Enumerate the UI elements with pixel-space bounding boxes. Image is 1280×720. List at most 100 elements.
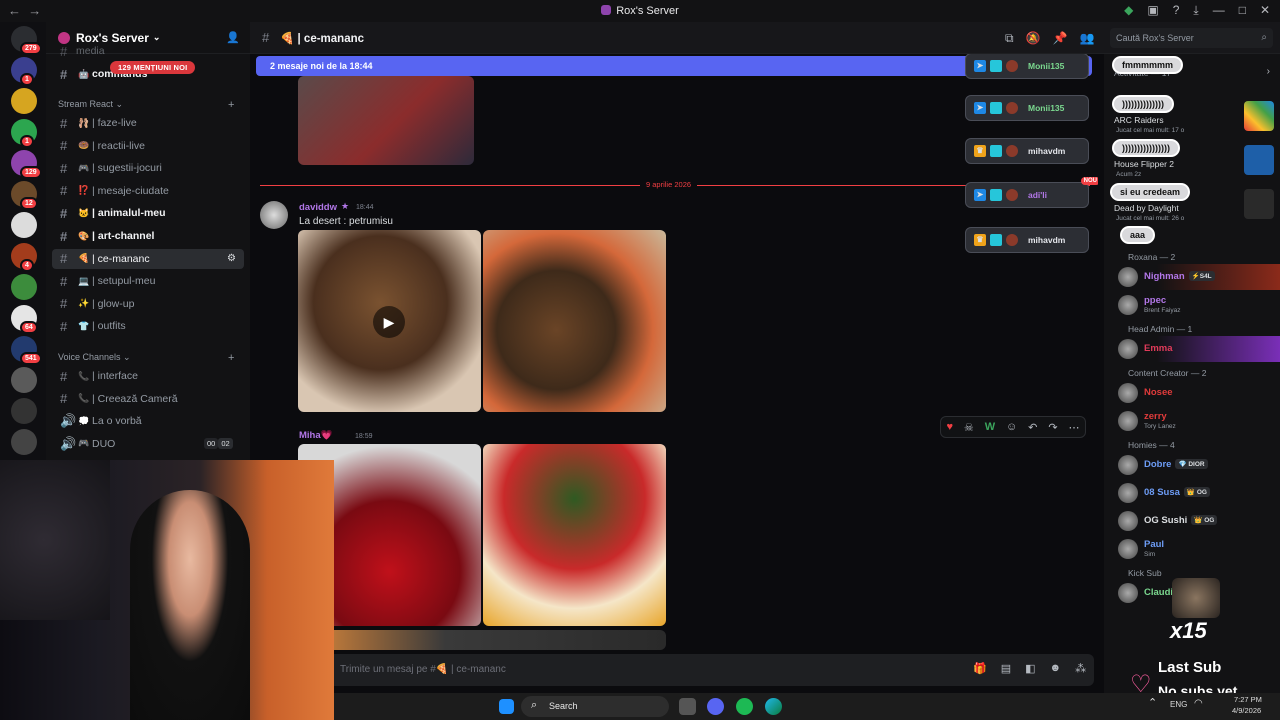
server-icon[interactable] — [11, 212, 37, 238]
channel-sugestii-jocuri[interactable]: # 🎮 | sugestii-jocuri — [52, 158, 244, 178]
image-attachment[interactable] — [483, 444, 666, 626]
channel-media-partial[interactable]: # media — [52, 45, 244, 57]
task-view-icon[interactable] — [679, 698, 696, 715]
nitro-icon[interactable]: ◆ — [1124, 3, 1133, 18]
mute-bell-icon[interactable]: 🔕 — [1026, 31, 1041, 46]
hash-icon: # — [60, 45, 68, 57]
member-category: Head Admin — 1 — [1128, 324, 1193, 334]
edge-app-icon[interactable] — [765, 698, 782, 715]
game-thumbnail — [1244, 189, 1274, 219]
apps-icon[interactable]: ⁂ — [1075, 662, 1086, 675]
emoji-icon[interactable]: ☻ — [1050, 662, 1062, 675]
member-row[interactable]: zerry Tory Lanez — [1104, 408, 1280, 434]
add-reaction-icon[interactable]: ☺ — [1006, 421, 1017, 433]
clock-date[interactable]: 4/9/2026 — [1232, 706, 1261, 715]
server-icon[interactable] — [11, 274, 37, 300]
download-icon[interactable]: ⤓ — [1193, 3, 1198, 18]
channel-emoji-icon: 👕 — [78, 320, 90, 331]
pin-icon[interactable]: 📌 — [1053, 31, 1068, 46]
help-icon[interactable]: ? — [1173, 3, 1180, 18]
sticker-icon[interactable]: ◧ — [1025, 662, 1035, 675]
maximize-button[interactable]: □ — [1239, 3, 1246, 18]
member-list-icon[interactable]: 👥 — [1079, 31, 1094, 46]
channel-setupul-meu[interactable]: # 💻 | setupul-meu — [52, 271, 244, 291]
channel-animalul-meu[interactable]: # 🐱 | animalul-meu — [52, 203, 244, 223]
network-icon[interactable]: ◠ — [1194, 698, 1203, 709]
reply-icon[interactable]: ↶ — [1028, 421, 1037, 434]
member-tag: 👑 OG — [1191, 515, 1218, 525]
speaker-icon: 🔊 — [60, 435, 77, 451]
member-row[interactable]: ppec Brent Faiyaz — [1104, 292, 1280, 318]
channel-emoji-icon: 💭 — [78, 415, 90, 426]
unread-badge: 64 — [20, 321, 38, 334]
hash-icon: # — [60, 251, 68, 267]
heart-reaction-icon[interactable]: ♥ — [946, 421, 953, 433]
message-list: 2 mesaje noi de la 18:44 9 aprilie 2026 … — [250, 54, 1098, 654]
channel-faze-live[interactable]: # 🩰 | faze-live — [52, 113, 244, 133]
windows-start-icon[interactable] — [499, 699, 514, 714]
member-name: Emma — [1144, 343, 1173, 354]
message-timestamp: 18:59 — [355, 433, 373, 440]
search-input[interactable]: Caută Rox's Server ⌕ — [1110, 28, 1273, 48]
channel-outfits[interactable]: # 👕 | outfits — [52, 316, 244, 336]
add-member-icon[interactable]: 👤 — [226, 31, 240, 44]
skull-reaction-icon[interactable]: ☠ — [964, 421, 974, 434]
hash-icon: # — [60, 296, 68, 312]
member-row[interactable]: Emma — [1104, 336, 1280, 362]
minimize-button[interactable]: — — [1213, 3, 1225, 18]
member-row[interactable]: OG Sushi 👑 OG — [1104, 508, 1280, 534]
channel-header: # 🍕 | ce-mananc ⧉ 🔕 📌 👥 Caută Rox's Serv… — [250, 22, 1280, 54]
discord-app-icon[interactable] — [707, 698, 724, 715]
forward-icon[interactable]: ↷ — [1048, 421, 1057, 434]
message-input[interactable]: Trimite un mesaj pe #🍕 | ce-mananc 🎁 ▤ ◧… — [258, 654, 1094, 686]
threads-icon[interactable]: ⧉ — [1005, 31, 1014, 46]
spotify-app-icon[interactable] — [736, 698, 753, 715]
member-status: Brent Faiyaz — [1144, 307, 1181, 314]
play-icon[interactable]: ▶ — [373, 306, 405, 338]
server-icon[interactable] — [11, 88, 37, 114]
image-attachment[interactable] — [298, 630, 666, 650]
message-image[interactable] — [298, 76, 474, 165]
avatar[interactable] — [260, 201, 288, 229]
server-icon[interactable] — [11, 398, 37, 424]
server-icon[interactable] — [11, 367, 37, 393]
channel-settings-icon[interactable]: ⚙ — [227, 253, 236, 264]
gif-icon[interactable]: ▤ — [1001, 662, 1011, 675]
channel-mesaje-ciudate[interactable]: # ⁉️ | mesaje-ciudate — [52, 181, 244, 201]
member-row[interactable]: 08 Susa 👑 OG — [1104, 480, 1280, 506]
add-channel-icon[interactable]: + — [228, 99, 234, 111]
close-button[interactable]: ✕ — [1260, 3, 1270, 18]
voice-channel[interactable]: 🔊 💭 La o vorbă — [52, 411, 244, 431]
member-row[interactable]: Paul Sim — [1104, 536, 1280, 562]
inbox-icon[interactable]: ▣ — [1147, 3, 1158, 18]
chevron-up-icon[interactable]: ⌃ — [1148, 696, 1157, 709]
category-stream-react[interactable]: Stream React ⌄ + — [58, 99, 234, 111]
clock-time[interactable]: 7:27 PM — [1234, 695, 1262, 704]
video-attachment[interactable]: ▶ — [298, 230, 481, 412]
composer-tools: 🎁 ▤ ◧ ☻ ⁂ — [973, 662, 1086, 675]
message-author[interactable]: Miha💗 — [299, 430, 332, 441]
more-icon[interactable]: ⋯ — [1068, 421, 1079, 434]
w-reaction-icon[interactable]: W — [985, 421, 995, 433]
member-row[interactable]: Nosee — [1104, 380, 1280, 406]
category-voice[interactable]: Voice Channels ⌄ + — [58, 352, 234, 364]
member-row[interactable]: Nighman ⚡S4L — [1104, 264, 1280, 290]
channel-glow-up[interactable]: # ✨ | glow-up — [52, 294, 244, 314]
taskbar-search[interactable]: ⌕ Search — [521, 696, 669, 717]
gift-icon[interactable]: 🎁 — [973, 662, 987, 675]
server-icon[interactable] — [11, 429, 37, 455]
member-row[interactable]: Dobre 💎 DIOR — [1104, 452, 1280, 478]
chevron-right-icon[interactable]: › — [1267, 66, 1270, 77]
image-attachment[interactable] — [483, 230, 666, 412]
voice-channel[interactable]: # 📞 | Creează Cameră — [52, 389, 244, 409]
badge-icon — [990, 102, 1002, 114]
unread-badge: 4 — [20, 259, 34, 272]
channel-reactii-live[interactable]: # 🍩 | reactii-live — [52, 136, 244, 156]
voice-channel[interactable]: # 📞 | interface — [52, 366, 244, 386]
add-channel-icon[interactable]: + — [228, 352, 234, 364]
channel-ce-mananc[interactable]: # 🍕 | ce-mananc ⚙ — [52, 248, 244, 269]
language-indicator[interactable]: ENG — [1170, 700, 1187, 709]
message-author[interactable]: daviddw — [299, 202, 337, 213]
channel-art-channel[interactable]: # 🎨 | art-channel — [52, 226, 244, 246]
mentions-badge[interactable]: 129 MENȚIUNI NOI — [110, 61, 196, 74]
